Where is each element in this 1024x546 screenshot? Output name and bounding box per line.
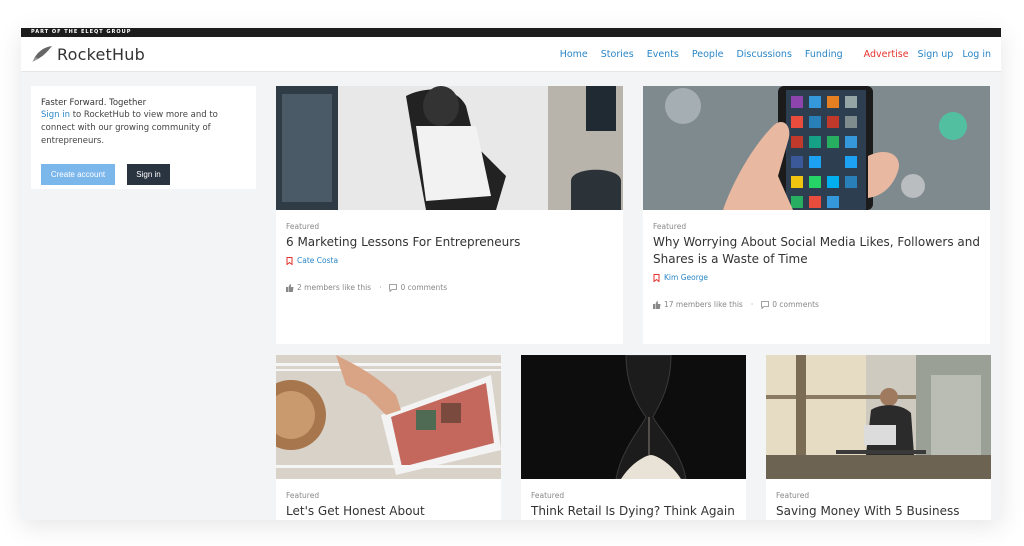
likes-count: 17 members like this <box>664 300 743 309</box>
signin-panel: Faster Forward. Together Sign in to Rock… <box>31 86 256 189</box>
author-name: Cate Costa <box>297 256 339 265</box>
featured-tag: Featured <box>776 491 810 500</box>
author-name: Kim George <box>664 273 709 282</box>
featured-tag: Featured <box>286 222 320 231</box>
browser-frame: PART OF THE ELEQT GROUP RocketHub Home S… <box>21 28 1001 520</box>
featured-tag: Featured <box>531 491 565 500</box>
likes-count: 2 members like this <box>297 283 372 292</box>
featured-tag: Featured <box>286 491 320 500</box>
bookmark-icon <box>653 273 660 282</box>
featured-tag: Featured <box>653 222 687 231</box>
article-image-businessman <box>766 355 991 479</box>
signin-title: Faster Forward. Together <box>41 98 147 108</box>
article-image-phone <box>643 86 990 210</box>
signin-button[interactable]: Sign in <box>127 164 170 185</box>
article-title[interactable]: Think Retail Is Dying? Think Again <box>531 503 736 520</box>
thumbs-up-icon[interactable] <box>286 283 294 292</box>
comments-count: 0 comments <box>400 283 448 292</box>
nav-signup[interactable]: Sign up <box>918 49 954 60</box>
article-card[interactable]: Featured Let's Get Honest About <box>276 355 501 520</box>
article-title[interactable]: 6 Marketing Lessons For Entrepreneurs <box>286 234 613 251</box>
article-card[interactable]: Featured Saving Money With 5 Business <box>766 355 991 520</box>
separator-dot: · <box>379 283 382 292</box>
logo-text: RocketHub <box>57 44 145 64</box>
nav-stories[interactable]: Stories <box>601 49 634 60</box>
article-title[interactable]: Why Worrying About Social Media Likes, F… <box>653 234 980 268</box>
rocket-logo-icon <box>32 46 52 62</box>
nav-events[interactable]: Events <box>647 49 679 60</box>
comments-count: 0 comments <box>772 300 819 309</box>
signin-link[interactable]: Sign in <box>41 110 70 120</box>
article-title[interactable]: Saving Money With 5 Business <box>776 503 981 520</box>
main-nav: Home Stories Events People Discussions F… <box>547 49 991 60</box>
create-account-button[interactable]: Create account <box>41 164 115 185</box>
site-header: RocketHub Home Stories Events People Dis… <box>21 37 1001 72</box>
nav-home[interactable]: Home <box>560 49 588 60</box>
article-card[interactable]: Featured 6 Marketing Lessons For Entrepr… <box>276 86 623 344</box>
logo[interactable]: RocketHub <box>31 45 145 64</box>
article-author[interactable]: Cate Costa <box>286 256 613 265</box>
article-card[interactable]: Featured Think Retail Is Dying? Think Ag… <box>521 355 746 520</box>
article-image-tablet <box>276 355 501 479</box>
comment-icon[interactable] <box>761 300 770 309</box>
bookmark-icon <box>286 256 293 265</box>
article-image-hourglass <box>521 355 746 479</box>
article-title[interactable]: Let's Get Honest About <box>286 503 491 520</box>
separator-dot: · <box>750 300 754 309</box>
article-meta: 2 members like this · 0 comments <box>286 283 613 292</box>
group-strip: PART OF THE ELEQT GROUP <box>21 28 1001 37</box>
thumbs-up-icon[interactable] <box>653 300 661 309</box>
nav-login[interactable]: Log in <box>962 49 991 60</box>
article-card[interactable]: Featured Why Worrying About Social Media… <box>643 86 990 344</box>
article-image-billboard <box>276 86 623 210</box>
nav-advertise[interactable]: Advertise <box>864 49 909 60</box>
nav-people[interactable]: People <box>692 49 724 60</box>
comment-icon[interactable] <box>389 283 398 292</box>
nav-funding[interactable]: Funding <box>805 49 843 60</box>
signin-description: Sign in to RocketHub to view more and to… <box>41 109 246 148</box>
nav-discussions[interactable]: Discussions <box>736 49 791 60</box>
article-meta: 17 members like this · 0 comments <box>653 300 980 309</box>
article-author[interactable]: Kim George <box>653 273 980 282</box>
